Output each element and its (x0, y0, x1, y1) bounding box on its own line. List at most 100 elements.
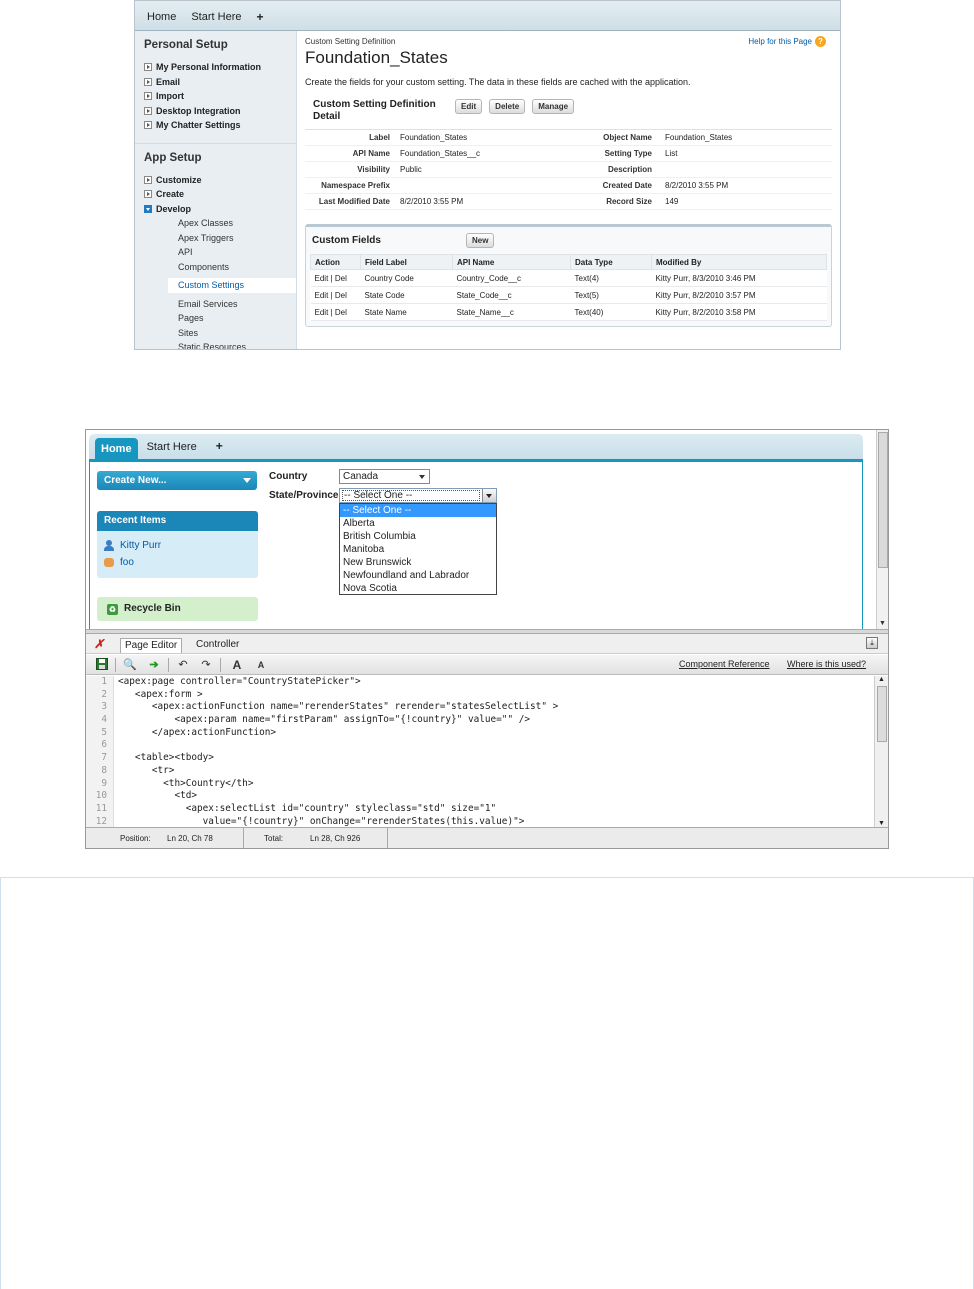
field-label-link[interactable]: State Code (365, 291, 405, 300)
sidebar-subitem-static-resources[interactable]: Static Resources (144, 340, 296, 349)
sidebar-subitem-apex-classes[interactable]: Apex Classes (144, 216, 296, 231)
sidebar-item-desktop-integration[interactable]: Desktop Integration (144, 104, 296, 119)
manage-button[interactable]: Manage (532, 99, 575, 114)
code-editor[interactable]: 1 <apex:page controller="CountryStatePick… (86, 676, 874, 827)
custom-fields-table: Action Field Label API Name Data Type Mo… (310, 254, 827, 321)
custom-setting-screenshot: Home Start Here + Personal Setup My Pers… (134, 0, 841, 350)
sidebar-subitem-custom-settings[interactable]: Custom Settings (168, 278, 296, 293)
state-option[interactable]: Manitoba (340, 543, 496, 556)
delete-button[interactable]: Delete (489, 99, 526, 114)
scroll-down-icon[interactable]: ▼ (879, 620, 886, 627)
recycle-bin-label[interactable]: Recycle Bin (124, 597, 181, 621)
state-option[interactable]: Newfoundland and Labrador (340, 569, 496, 582)
sidebar-subitem-apex-triggers[interactable]: Apex Triggers (144, 231, 296, 246)
sidebar-subitem-email-services[interactable]: Email Services (144, 297, 296, 312)
field-label: API Name (352, 149, 390, 158)
field-value: List (665, 149, 678, 158)
search-icon[interactable]: 🔍 (123, 658, 137, 672)
new-field-button[interactable]: New (466, 232, 495, 248)
recycle-bin[interactable]: ♻ Recycle Bin (97, 597, 258, 621)
help-icon[interactable]: ? (815, 36, 826, 47)
state-select[interactable]: -- Select One -- (339, 488, 497, 503)
field-label-link[interactable]: Country Code (365, 274, 414, 283)
sidebar-subitem-api[interactable]: API (144, 245, 296, 260)
code-text: <table><tbody> (118, 752, 214, 764)
sidebar-subitem-components[interactable]: Components (144, 260, 296, 275)
recent-item-link[interactable]: Kitty Purr (120, 540, 161, 551)
del-link[interactable]: Del (335, 274, 347, 283)
user-link[interactable]: Kitty Purr (656, 274, 688, 283)
expand-icon[interactable] (144, 63, 152, 71)
tab-home[interactable]: Home (95, 438, 138, 460)
scroll-down-icon[interactable]: ▼ (878, 820, 885, 827)
tab-controller[interactable]: Controller (192, 638, 243, 653)
help-link[interactable]: Help for this Page ? (748, 36, 826, 47)
table-header-row: Action Field Label API Name Data Type Mo… (310, 254, 827, 270)
field-label-link[interactable]: State Name (365, 308, 407, 317)
tab-start-here[interactable]: Start Here (138, 441, 207, 459)
sidebar-subitem-sites[interactable]: Sites (144, 326, 296, 341)
field-value: 8/2/2010 3:55 PM (400, 197, 464, 206)
scroll-up-icon[interactable]: ▲ (878, 676, 885, 683)
sidebar-item-develop[interactable]: Develop (144, 202, 296, 217)
redo-icon[interactable]: ↷ (199, 658, 213, 672)
go-to-line-icon[interactable]: ➔ (147, 658, 161, 672)
dropdown-arrow-icon[interactable] (482, 489, 496, 502)
expand-icon[interactable] (144, 121, 152, 129)
code-scrollbar[interactable]: ▲ ▼ (874, 676, 888, 827)
edit-link[interactable]: Edit (315, 308, 329, 317)
sidebar-item-import[interactable]: Import (144, 89, 296, 104)
edit-link[interactable]: Edit (315, 291, 329, 300)
add-tab-icon[interactable]: + (250, 10, 272, 30)
scrollbar-thumb[interactable] (877, 686, 887, 742)
state-option[interactable]: British Columbia (340, 530, 496, 543)
del-link[interactable]: Del (335, 308, 347, 317)
user-link[interactable]: Kitty Purr (656, 308, 688, 317)
save-icon[interactable] (95, 658, 109, 672)
toolbar-separator (115, 658, 116, 672)
sidebar-item-create[interactable]: Create (144, 187, 296, 202)
scrollbar-thumb[interactable] (878, 432, 888, 568)
undo-icon[interactable]: ↶ (176, 658, 190, 672)
del-link[interactable]: Del (335, 291, 347, 300)
state-option[interactable]: -- Select One -- (340, 504, 496, 517)
list-item[interactable]: foo (104, 554, 258, 571)
component-reference-link[interactable]: Component Reference (679, 659, 770, 669)
sidebar-item-chatter-settings[interactable]: My Chatter Settings (144, 118, 296, 133)
decrease-font-icon[interactable]: A (254, 658, 268, 672)
field-label: Label (369, 133, 390, 142)
tab-page-editor[interactable]: Page Editor (120, 638, 183, 653)
recent-item-link[interactable]: foo (120, 557, 134, 568)
expand-icon[interactable] (144, 92, 152, 100)
list-item[interactable]: Kitty Purr (104, 537, 258, 554)
expand-icon[interactable] (144, 190, 152, 198)
page-scrollbar[interactable]: ▼ (876, 430, 888, 629)
state-option[interactable]: Alberta (340, 517, 496, 530)
sidebar-item-email[interactable]: Email (144, 75, 296, 90)
minimize-icon[interactable]: ⤓ (866, 637, 878, 649)
expand-icon[interactable] (144, 175, 152, 184)
add-tab-icon[interactable]: + (207, 439, 233, 459)
state-option[interactable]: New Brunswick (340, 556, 496, 569)
country-select[interactable]: Canada (339, 469, 430, 484)
close-icon[interactable]: ✗ (94, 637, 104, 651)
expand-icon[interactable] (144, 77, 152, 86)
sidebar-item-personal-info[interactable]: My Personal Information (144, 60, 296, 75)
edit-link[interactable]: Edit (315, 274, 329, 283)
sidebar-item-customize[interactable]: Customize (144, 173, 296, 188)
tab-start-here[interactable]: Start Here (185, 11, 250, 30)
chat-bubble-icon (104, 558, 114, 567)
increase-font-icon[interactable]: A (230, 658, 244, 672)
code-line: 8 <tr> (86, 764, 874, 778)
user-link[interactable]: Kitty Purr (656, 291, 688, 300)
edit-button[interactable]: Edit (455, 99, 483, 114)
expand-icon[interactable] (144, 106, 152, 115)
field-value: Foundation_States (665, 133, 733, 142)
sidebar-subitem-pages[interactable]: Pages (144, 311, 296, 326)
state-option[interactable]: Nova Scotia (340, 582, 496, 595)
tab-home[interactable]: Home (141, 11, 185, 30)
create-new-button[interactable]: Create New... (97, 471, 257, 490)
where-used-link[interactable]: Where is this used? (787, 659, 866, 669)
collapse-icon[interactable] (144, 204, 152, 213)
help-link-label[interactable]: Help for this Page (748, 37, 812, 46)
